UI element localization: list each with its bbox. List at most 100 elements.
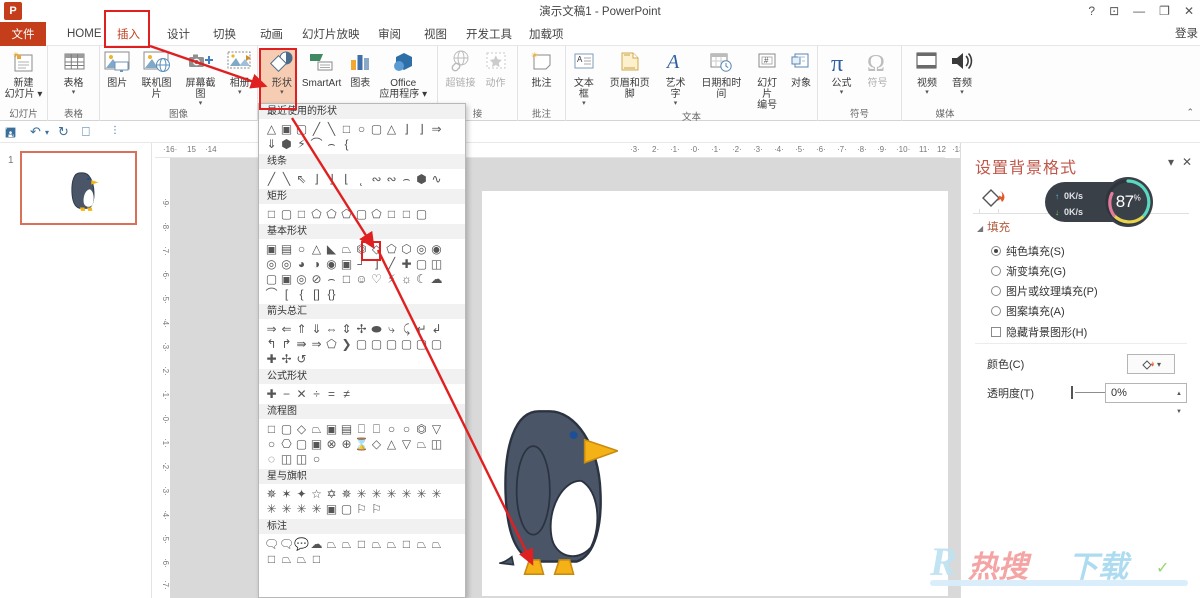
- shapes-section-recent[interactable]: △ ▣ ▢ ╱ ╲ □ ○ ▢ △ ⌋ ⌋ ⇒ ⇓ ⬢ ⚡ ⌒ ⌢ {: [259, 119, 465, 154]
- shape-star24[interactable]: ✳: [414, 486, 429, 501]
- shape-rect-text2[interactable]: ▢: [294, 121, 309, 136]
- shape-star10[interactable]: ✳: [369, 486, 384, 501]
- shape-striped-right[interactable]: ⇛: [294, 336, 309, 351]
- slide-thumbnail-1[interactable]: [20, 151, 137, 225]
- shape-elbow2[interactable]: ⌋: [324, 171, 339, 186]
- shape-round-2-corner[interactable]: ▢: [354, 206, 369, 221]
- shape-block-arc[interactable]: ⌢: [324, 271, 339, 286]
- color-picker-button[interactable]: ▾: [1127, 354, 1175, 374]
- shape-left-arrow-callout[interactable]: ▢: [369, 336, 384, 351]
- shape-triangle[interactable]: △: [264, 121, 279, 136]
- shape-circular-arrow[interactable]: ↺: [294, 351, 309, 366]
- shape-manual-input[interactable]: ⏣: [414, 421, 429, 436]
- shape-oval[interactable]: ○: [354, 121, 369, 136]
- shape-line-callout-accent2[interactable]: ⏢: [414, 536, 429, 551]
- picture-button[interactable]: 图片: [100, 48, 135, 89]
- shape-curved-down-ribbon[interactable]: ✳: [309, 501, 324, 516]
- shape-curved-down[interactable]: ↱: [279, 336, 294, 351]
- shape-round-1-corner[interactable]: ⬠: [339, 206, 354, 221]
- shape-cloud[interactable]: ☁: [429, 271, 444, 286]
- shape-summing-junction[interactable]: ⊗: [324, 436, 339, 451]
- shapes-section-basic[interactable]: ▣ ▤ ○ △ ◣ ⏢ ⏣ ◇ ⬠ ⬡ ◎ ◉ ◎ ◎ ◕ ◑ ◉ ▣ ┘: [259, 239, 465, 304]
- table-caret-icon[interactable]: ▾: [72, 89, 76, 96]
- tab-transitions[interactable]: 切换: [206, 22, 243, 46]
- checkbox-indicator[interactable]: [991, 327, 1001, 337]
- shape-hexagon[interactable]: ⬡: [399, 241, 414, 256]
- new-slide-button[interactable]: ✳ 新建幻灯片 ▾: [2, 48, 46, 100]
- collapse-ribbon-icon[interactable]: ⌃: [1186, 107, 1194, 118]
- shape-triangle2[interactable]: △: [384, 121, 399, 136]
- shape-star5[interactable]: ☆: [309, 486, 324, 501]
- shape-elbow-connector[interactable]: ⌋: [399, 121, 414, 136]
- shape-multidocument[interactable]: ⎕: [369, 421, 384, 436]
- equation-button[interactable]: π 公式 ▾: [824, 48, 860, 96]
- tab-developer[interactable]: 开发工具: [459, 22, 519, 46]
- shape-u-turn-arrow[interactable]: ⤹: [399, 321, 414, 336]
- shape-frame[interactable]: ▣: [339, 256, 354, 271]
- shape-octagon[interactable]: ◉: [429, 241, 444, 256]
- shape-curve[interactable]: ˛: [354, 171, 369, 186]
- shape-elbow3[interactable]: ⌊: [339, 171, 354, 186]
- text-box-button[interactable]: A 文本框 ▾: [566, 48, 602, 107]
- shape-up-down-arrow[interactable]: ⇕: [339, 321, 354, 336]
- radio-solid-fill[interactable]: 纯色填充(S): [991, 243, 1065, 259]
- shape-direct-access[interactable]: ◫: [294, 451, 309, 466]
- shape-lightning[interactable]: ⚡: [294, 136, 309, 151]
- radio-picture-texture-fill[interactable]: 图片或纹理填充(P): [991, 283, 1098, 299]
- radio-gradient-fill[interactable]: 渐变填充(G): [991, 263, 1066, 279]
- shape-bracket-left[interactable]: [: [279, 286, 294, 301]
- shape-cloud-callout[interactable]: ☁: [309, 536, 324, 551]
- shape-diagonal-stripe[interactable]: ╱: [384, 256, 399, 271]
- panel-options-chevron-icon[interactable]: ▾: [1168, 155, 1174, 169]
- shape-not-equal[interactable]: ≠: [339, 386, 354, 401]
- shape-arc2[interactable]: ⌢: [324, 136, 339, 151]
- shape-sun[interactable]: ☼: [399, 271, 414, 286]
- shape-explosion2[interactable]: ✶: [279, 486, 294, 501]
- shapes-section-arrows[interactable]: ⇒ ⇐ ⇑ ⇓ ⇔ ⇕ ✢ ⬬ ⤷ ⤹ ↵ ↲ ↰ ↱ ⇛ ⇒ ⬠ ❯ ▢: [259, 319, 465, 369]
- shape-or[interactable]: ⊕: [339, 436, 354, 451]
- shape-oval-callout[interactable]: 💬: [294, 536, 309, 551]
- shape-smiley-face[interactable]: ☺: [354, 271, 369, 286]
- shape-line-callout1[interactable]: ⏢: [324, 536, 339, 551]
- shape-left-arrow[interactable]: ⇐: [279, 321, 294, 336]
- shape-rect[interactable]: □: [339, 121, 354, 136]
- shape-connector[interactable]: ○: [264, 436, 279, 451]
- shapes-section-equation[interactable]: ✚ − ✕ ÷ = ≠: [259, 384, 465, 404]
- close-button[interactable]: ✕: [1184, 1, 1194, 21]
- shape-rounded-rect[interactable]: ▢: [369, 121, 384, 136]
- shape-double-wave[interactable]: ⚐: [369, 501, 384, 516]
- shape-up-ribbon[interactable]: ✳: [264, 501, 279, 516]
- equation-caret-icon[interactable]: ▾: [840, 89, 844, 96]
- shape-callout-no-border4[interactable]: □: [309, 551, 324, 566]
- customize-qat-icon[interactable]: ⋮: [110, 125, 120, 136]
- shape-document[interactable]: ⎕: [354, 421, 369, 436]
- shapes-dropdown-menu[interactable]: 最近使用的形状 △ ▣ ▢ ╱ ╲ □ ○ ▢ △ ⌋ ⌋ ⇒ ⇓ ⬢ ⚡ ⌒: [258, 103, 466, 598]
- shape-line-callout-accent1[interactable]: □: [399, 536, 414, 551]
- shape-curved-up-ribbon[interactable]: ✳: [294, 501, 309, 516]
- shape-punched-tape[interactable]: ▣: [309, 436, 324, 451]
- shape-rounded-rect[interactable]: ▢: [279, 206, 294, 221]
- shape-down-arrow[interactable]: ⇓: [309, 321, 324, 336]
- shape-notched-right[interactable]: ⇒: [309, 336, 324, 351]
- shape-sort[interactable]: ◇: [369, 436, 384, 451]
- shape-round-diag[interactable]: ⬠: [369, 206, 384, 221]
- shape-pentagon-arrow[interactable]: ⬢: [279, 136, 294, 151]
- shape-manual-operation[interactable]: ▽: [429, 421, 444, 436]
- shape-line-callout-bar1[interactable]: ⏢: [369, 536, 384, 551]
- radio-pattern-fill[interactable]: 图案填充(A): [991, 303, 1065, 319]
- shape-pentagon-arrow[interactable]: ⬢: [414, 171, 429, 186]
- shape-rect-callout[interactable]: 🗨: [264, 536, 279, 551]
- shape-line-callout-bar2[interactable]: ⏢: [384, 536, 399, 551]
- transparency-value-input[interactable]: 0% ▲ ▼: [1105, 383, 1187, 403]
- shape-star8[interactable]: ✳: [354, 486, 369, 501]
- network-speed-widget[interactable]: ↑ 0K/s ↓ 0K/s 87%: [1045, 177, 1153, 227]
- shape-star32[interactable]: ✳: [429, 486, 444, 501]
- fill-bucket-icon[interactable]: [979, 184, 1009, 210]
- comment-button[interactable]: ✳ 批注: [526, 48, 558, 89]
- shape-right-triangle[interactable]: ◣: [324, 241, 339, 256]
- slide-number-button[interactable]: # 幻灯片编号: [749, 48, 785, 111]
- shape-chord[interactable]: ◑: [309, 256, 324, 271]
- shape-lightning-bolt[interactable]: ⚡: [384, 271, 399, 286]
- shape-wave[interactable]: ⚐: [354, 501, 369, 516]
- shape-elbow[interactable]: ⌋: [309, 171, 324, 186]
